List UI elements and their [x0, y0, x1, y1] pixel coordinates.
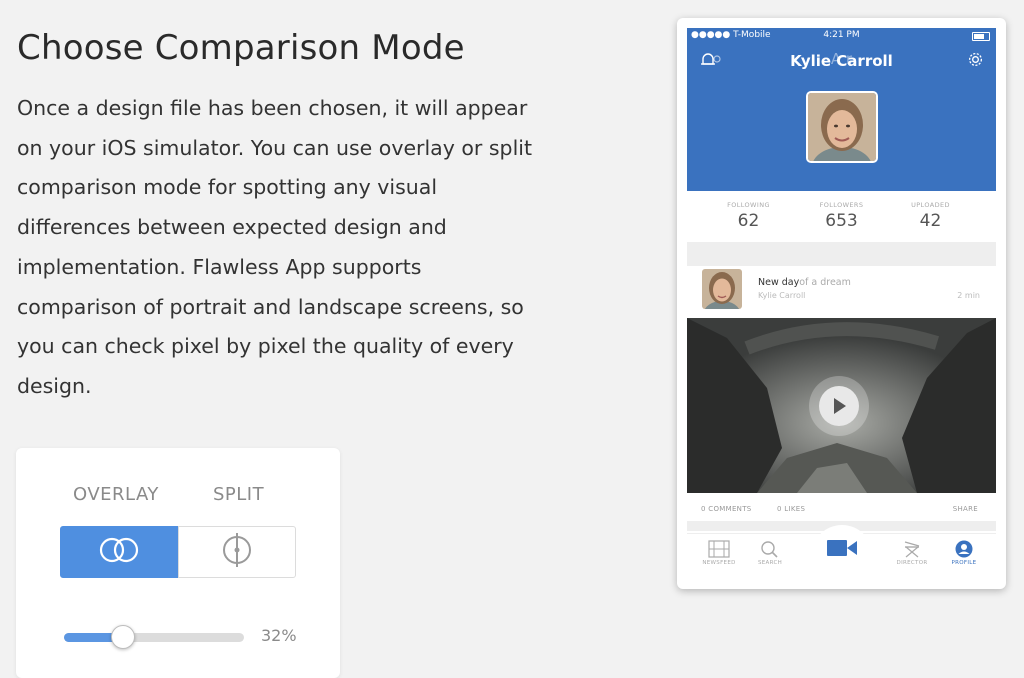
profile-name: Kylie Carroll	[790, 52, 893, 70]
video-camera-icon	[826, 538, 858, 562]
profile-header: ●●●●● T-Mobile 4:21 PM A r Kylie Carroll	[687, 28, 996, 191]
status-time: 4:21 PM	[823, 30, 860, 40]
tab-record[interactable]	[811, 525, 873, 575]
opacity-slider[interactable]	[64, 625, 244, 649]
stat-label: FOLLOWING	[727, 201, 770, 209]
slider-value: 32%	[261, 626, 297, 645]
post-title-faded: of a dream	[799, 277, 851, 288]
comparison-control-panel: OVERLAY SPLIT 32%	[16, 448, 340, 678]
film-icon	[694, 540, 744, 558]
post-title-text: New day	[758, 277, 800, 288]
status-bar: ●●●●● T-Mobile 4:21 PM	[687, 30, 996, 44]
stat-value: 62	[737, 211, 760, 231]
stat-followers[interactable]: FOLLOWERS 653	[790, 201, 893, 231]
stat-value: 42	[919, 211, 942, 231]
app-screen: ●●●●● T-Mobile 4:21 PM A r Kylie Carroll	[687, 28, 996, 580]
split-mode-button[interactable]	[178, 526, 296, 578]
tab-bar: NEWSFEED SEARCH DIRECTOR PROFILE	[687, 525, 996, 580]
paragraph-line: comparison of portrait and landscape scr…	[17, 294, 524, 319]
iphone-simulator: ●●●●● T-Mobile 4:21 PM A r Kylie Carroll	[677, 18, 1006, 589]
post-author: Kylie Carroll	[758, 291, 806, 300]
paragraph-line: Once a design file has been chosen, it w…	[17, 96, 528, 120]
director-chair-icon	[887, 540, 937, 558]
tab-newsfeed[interactable]: NEWSFEED	[694, 540, 744, 566]
paragraph-line: differences between expected design and	[17, 215, 447, 240]
overlay-label: OVERLAY	[73, 484, 159, 505]
paragraph-line: on your iOS simulator. You can use overl…	[17, 135, 533, 160]
share-button[interactable]: SHARE	[953, 505, 978, 513]
tab-search[interactable]: SEARCH	[745, 540, 795, 566]
gear-icon[interactable]	[967, 51, 984, 72]
tab-profile[interactable]: PROFILE	[939, 540, 989, 566]
stat-following[interactable]: FOLLOWING 62	[697, 201, 800, 231]
profile-stats: FOLLOWING 62 FOLLOWERS 653 UPLOADED 42	[687, 191, 996, 241]
stat-label: UPLOADED	[911, 201, 950, 209]
search-icon	[745, 540, 795, 558]
post-title: New dayof a dream	[758, 277, 851, 288]
description-paragraph: Once a design file has been chosen, it w…	[17, 89, 537, 407]
divider	[687, 242, 996, 266]
battery-icon	[972, 32, 990, 41]
split-label: SPLIT	[213, 484, 265, 505]
overlay-circles-icon	[97, 536, 141, 568]
paragraph-line: you can check pixel by pixel the quality…	[17, 334, 514, 359]
stat-value: 653	[825, 211, 858, 231]
page-title: Choose Comparison Mode	[17, 28, 465, 68]
post-time: 2 min	[957, 291, 980, 300]
profile-icon	[939, 540, 989, 558]
comments-count[interactable]: 0 COMMENTS	[701, 505, 752, 513]
stat-label: FOLLOWERS	[819, 201, 864, 209]
play-icon	[819, 386, 859, 426]
tab-director[interactable]: DIRECTOR	[887, 540, 937, 566]
avatar[interactable]	[806, 91, 878, 163]
avatar[interactable]	[702, 269, 742, 309]
paragraph-line: design.	[17, 373, 92, 398]
tab-label: NEWSFEED	[702, 560, 736, 566]
slider-handle[interactable]	[111, 625, 135, 649]
tab-label: DIRECTOR	[896, 560, 928, 566]
tab-label: SEARCH	[757, 560, 783, 566]
stat-uploaded[interactable]: UPLOADED 42	[879, 201, 982, 231]
paragraph-line: implementation. Flawless App supports	[17, 254, 422, 279]
paragraph-line: comparison mode for spotting any visual	[17, 175, 438, 200]
overlay-mode-button[interactable]	[60, 526, 178, 578]
split-crosshair-icon	[220, 533, 254, 571]
play-button[interactable]	[809, 376, 869, 436]
post-header[interactable]: New dayof a dream Kylie Carroll 2 min	[687, 266, 996, 318]
likes-count[interactable]: 0 LIKES	[777, 505, 805, 513]
video-thumbnail[interactable]	[687, 318, 996, 493]
tab-label: PROFILE	[951, 560, 977, 566]
